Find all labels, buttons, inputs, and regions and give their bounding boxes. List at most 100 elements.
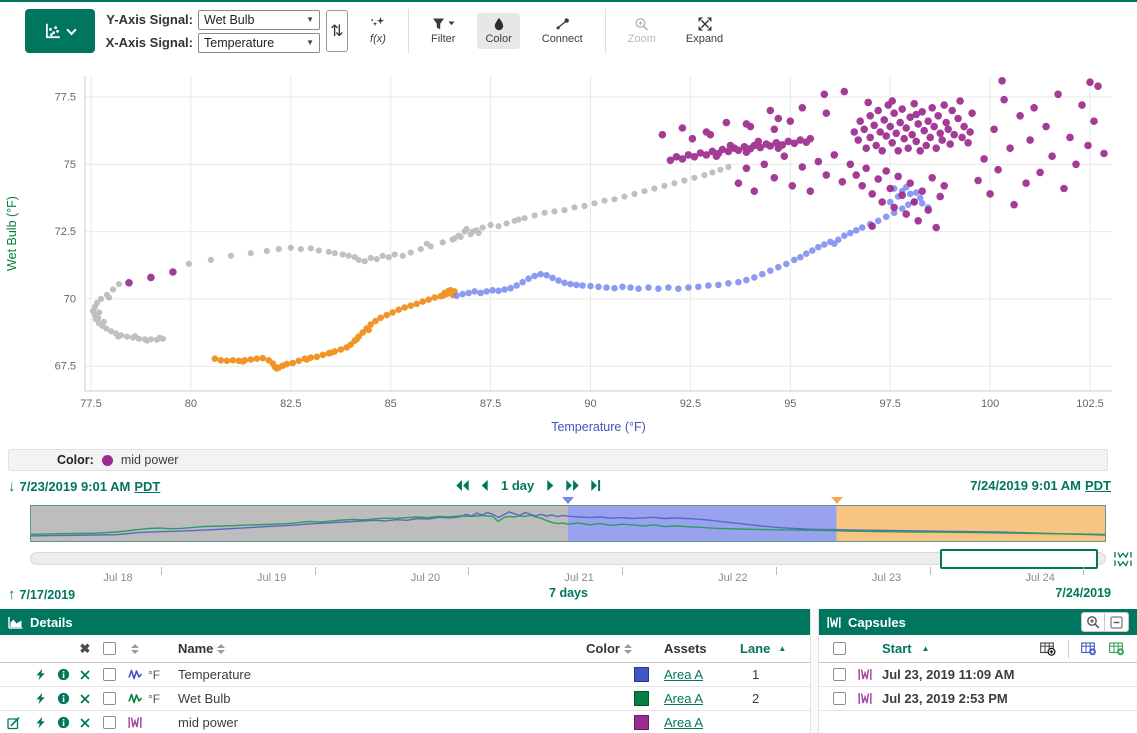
filter-label: Filter [431, 33, 455, 45]
capsules-zoom-button[interactable] [1081, 612, 1105, 632]
range-end-timezone[interactable]: PDT [1085, 478, 1111, 493]
details-row[interactable]: °FWet BulbArea A2 [0, 687, 810, 711]
range-start-timezone[interactable]: PDT [134, 479, 160, 494]
capsules-select-all-checkbox[interactable] [833, 642, 846, 655]
chevron-down-icon [66, 27, 77, 36]
svg-text:70: 70 [64, 293, 76, 305]
connect-dots-icon [555, 17, 570, 31]
capsule-checkbox[interactable] [833, 692, 846, 705]
zoom-label: Zoom [628, 33, 656, 45]
color-button[interactable]: Color [477, 13, 519, 49]
details-row[interactable]: °FTemperatureArea A1 [0, 663, 810, 687]
edit-icon[interactable] [7, 716, 21, 730]
skip-back-button[interactable] [455, 479, 470, 492]
panel-scrollbar[interactable] [810, 609, 819, 733]
info-icon[interactable] [52, 716, 74, 729]
legend-swatch-dot [102, 455, 113, 466]
step-back-button[interactable] [480, 479, 489, 492]
skip-to-end-button[interactable] [590, 479, 602, 492]
sort-type-control[interactable] [131, 644, 139, 654]
details-rows: °FTemperatureArea A1°FWet BulbArea A2mid… [0, 663, 810, 733]
investigate-duration[interactable]: 7 days [0, 586, 1137, 600]
day-tick [161, 567, 162, 575]
capsule-checkbox[interactable] [833, 668, 846, 681]
capsules-collapse-button[interactable] [1105, 612, 1129, 632]
expand-button[interactable]: Expand [678, 13, 731, 49]
asset-link[interactable]: Area A [664, 691, 703, 706]
remove-icon[interactable] [74, 718, 96, 728]
navigator-selection-handle[interactable] [940, 549, 1098, 569]
select-all-checkbox[interactable] [103, 642, 116, 655]
add-capsule-column-icon[interactable] [1081, 642, 1097, 656]
range-end-datetime[interactable]: 7/24/2019 9:01 AM [970, 478, 1081, 493]
item-name: mid power [178, 715, 618, 730]
region-marker-icon[interactable] [562, 497, 574, 504]
add-stat-column-icon[interactable] [1040, 642, 1056, 656]
range-end: 7/24/2019 9:01 AM PDT [970, 478, 1111, 493]
capsules-panel-title: Capsules [848, 615, 906, 630]
sort-name-control[interactable] [217, 644, 225, 654]
row-checkbox[interactable] [103, 668, 116, 681]
color-swatch[interactable] [634, 667, 649, 682]
svg-text:90: 90 [584, 398, 596, 410]
x-axis-signal-select[interactable]: Temperature ▼ [198, 33, 320, 53]
color-label: Color [485, 33, 511, 45]
color-swatch[interactable] [634, 691, 649, 706]
asset-link[interactable]: Area A [664, 667, 703, 682]
remove-all-icon[interactable]: ✖ [74, 641, 96, 657]
capsule-row[interactable]: Jul 23, 2019 2:53 PM [819, 687, 1137, 711]
sort-ascending-icon[interactable]: ▲ [778, 644, 786, 653]
capsule-lanes-toggle-button[interactable] [1114, 551, 1132, 567]
assets-column-header[interactable]: Assets [664, 641, 740, 656]
capsule-start-time: Jul 23, 2019 2:53 PM [882, 691, 1008, 706]
sort-color-control[interactable] [624, 644, 632, 654]
capsule-start-time: Jul 23, 2019 11:09 AM [882, 667, 1015, 682]
timeline-trend-strip[interactable] [30, 505, 1106, 542]
trend-jump-icon[interactable] [28, 716, 52, 729]
day-label: Jul 22 [718, 572, 747, 584]
remove-icon[interactable] [74, 670, 96, 680]
name-column-header[interactable]: Name [178, 641, 213, 656]
step-size-label[interactable]: 1 day [501, 478, 534, 493]
svg-text:72.5: 72.5 [55, 226, 76, 238]
condition-icon [122, 716, 148, 729]
trend-jump-icon[interactable] [28, 668, 52, 681]
investigate-end-date[interactable]: 7/24/2019 [1055, 586, 1111, 600]
info-icon[interactable] [52, 692, 74, 705]
navigator-scrollbar-track[interactable] [30, 552, 1106, 565]
asset-link[interactable]: Area A [664, 715, 703, 730]
details-row[interactable]: mid power Area A [0, 711, 810, 733]
color-column-header[interactable]: Color [586, 641, 620, 656]
scatter-plot-view-button[interactable] [25, 9, 95, 53]
range-start-datetime[interactable]: 7/23/2019 9:01 AM [20, 479, 131, 494]
row-checkbox[interactable] [103, 692, 116, 705]
scatter-plot[interactable]: 77.58082.58587.59092.59597.5100102.567.5… [0, 58, 1137, 448]
expand-arrows-icon [698, 17, 712, 31]
connect-button[interactable]: Connect [534, 13, 591, 49]
scatter-series-orange-range [212, 287, 458, 372]
toolbar-separator [408, 9, 409, 53]
svg-text:92.5: 92.5 [680, 398, 701, 410]
filter-button[interactable]: Filter [423, 13, 463, 49]
info-icon[interactable] [52, 668, 74, 681]
region-marker-icon[interactable] [831, 497, 843, 504]
arrow-down-icon: ↓ [8, 478, 16, 495]
sort-ascending-icon[interactable]: ▲ [922, 644, 930, 653]
swap-axes-button[interactable]: ⇅ [326, 10, 348, 52]
capsule-icon [858, 692, 872, 705]
scatter-series-mid-power [125, 77, 1108, 287]
step-forward-button[interactable] [546, 479, 555, 492]
color-swatch[interactable] [634, 715, 649, 730]
trend-jump-icon[interactable] [28, 692, 52, 705]
remove-icon[interactable] [74, 694, 96, 704]
row-checkbox[interactable] [103, 716, 116, 729]
signal-icon [122, 692, 148, 705]
skip-forward-button[interactable] [565, 479, 580, 492]
start-column-header[interactable]: Start [882, 641, 912, 656]
capsule-row[interactable]: Jul 23, 2019 11:09 AM [819, 663, 1137, 687]
formula-button[interactable]: f(x) [362, 13, 394, 49]
lane-column-header[interactable]: Lane [740, 641, 770, 656]
capsule-rows: Jul 23, 2019 11:09 AM Jul 23, 2019 2:53 P… [819, 663, 1137, 711]
add-signal-column-icon[interactable] [1109, 642, 1125, 656]
y-axis-signal-select[interactable]: Wet Bulb ▼ [198, 10, 320, 30]
